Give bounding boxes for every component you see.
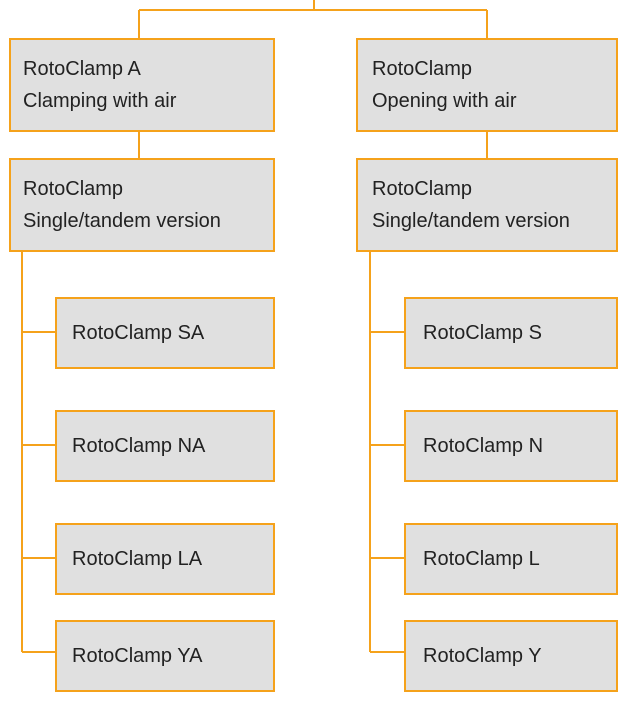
leaf-rotoclamp-s: RotoClamp S	[404, 297, 618, 369]
leaf-rotoclamp-n: RotoClamp N	[404, 410, 618, 482]
leaf-rotoclamp-na: RotoClamp NA	[55, 410, 275, 482]
leaf-label: RotoClamp SA	[72, 322, 205, 344]
node-rotoclamp-opening: RotoClamp Opening with air	[356, 38, 618, 132]
node-subtitle: Single/tandem version	[23, 210, 221, 232]
node-subtitle: Clamping with air	[23, 90, 177, 112]
leaf-label: RotoClamp L	[423, 548, 540, 570]
leaf-label: RotoClamp N	[423, 435, 544, 457]
leaf-rotoclamp-y: RotoClamp Y	[404, 620, 618, 692]
node-subtitle: Single/tandem version	[372, 210, 570, 232]
leaf-rotoclamp-sa: RotoClamp SA	[55, 297, 275, 369]
node-title: RotoClamp	[23, 178, 124, 200]
node-left-single-tandem: RotoClamp Single/tandem version	[9, 158, 275, 252]
leaf-label: RotoClamp S	[423, 322, 542, 344]
node-subtitle: Opening with air	[372, 90, 517, 112]
leaf-rotoclamp-ya: RotoClamp YA	[55, 620, 275, 692]
leaf-rotoclamp-l: RotoClamp L	[404, 523, 618, 595]
org-chart: RotoClamp A Clamping with air RotoClamp …	[0, 0, 618, 715]
leaf-label: RotoClamp YA	[72, 645, 203, 667]
node-title: RotoClamp	[372, 58, 473, 80]
node-rotoclamp-a: RotoClamp A Clamping with air	[9, 38, 275, 132]
leaf-label: RotoClamp NA	[72, 435, 206, 457]
node-title: RotoClamp	[372, 178, 473, 200]
leaf-rotoclamp-la: RotoClamp LA	[55, 523, 275, 595]
node-right-single-tandem: RotoClamp Single/tandem version	[356, 158, 618, 252]
leaf-label: RotoClamp LA	[72, 548, 203, 570]
leaf-label: RotoClamp Y	[423, 645, 542, 667]
node-title: RotoClamp A	[23, 58, 141, 80]
